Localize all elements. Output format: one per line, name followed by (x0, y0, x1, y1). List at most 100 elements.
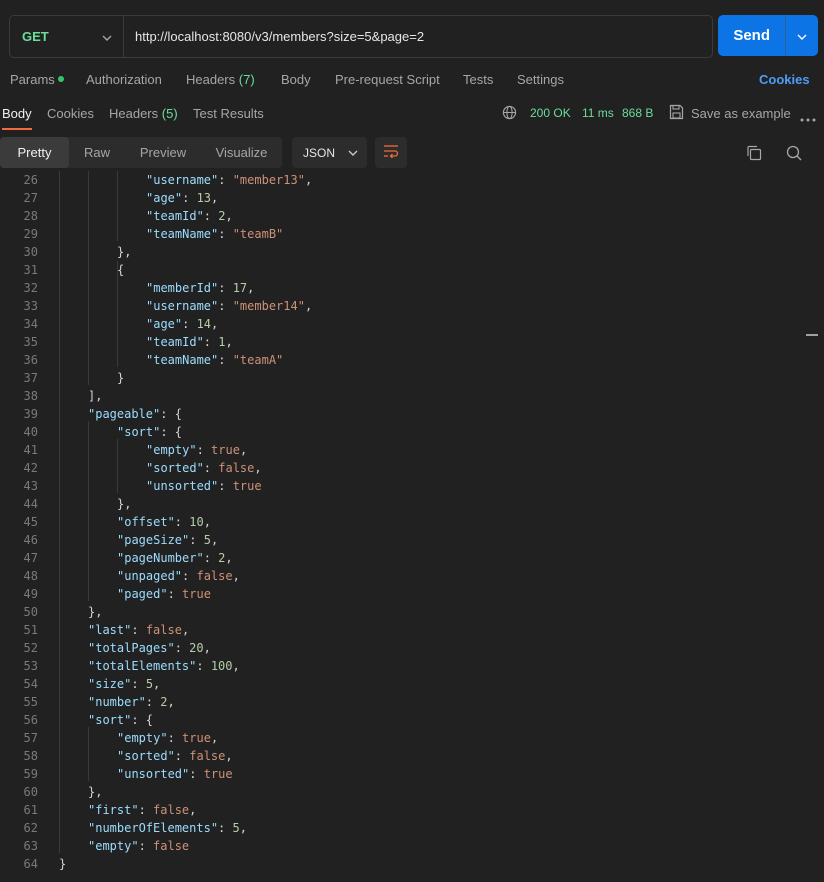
tab-params[interactable]: Params (10, 72, 64, 87)
format-select[interactable]: JSON (292, 137, 367, 168)
response-tab-cookies[interactable]: Cookies (47, 106, 94, 121)
code-text: "teamId": 2, (146, 207, 233, 225)
code-text: }, (88, 603, 102, 621)
code-token-key: "username" (146, 299, 219, 313)
code-token-pun: : (138, 803, 154, 817)
response-size[interactable]: 868 B (622, 106, 653, 120)
code-token-bool: false (153, 803, 190, 817)
view-mode-pretty[interactable]: Pretty (0, 137, 69, 168)
code-text: "paged": true (117, 585, 211, 603)
view-mode-raw[interactable]: Raw (69, 137, 125, 168)
code-token-pun: : (196, 659, 211, 673)
code-line: 50}, (0, 603, 103, 621)
line-number: 37 (23, 371, 38, 385)
tab-headers[interactable]: Headers (7) (186, 72, 255, 87)
code-text: "teamName": "teamB" (146, 225, 283, 243)
code-text: "empty": false (88, 837, 189, 855)
tab-body[interactable]: Body (281, 72, 311, 87)
globe-icon[interactable] (502, 105, 517, 123)
code-token-pun: : (189, 533, 204, 547)
cookies-link[interactable]: Cookies (759, 72, 810, 87)
tab-settings[interactable]: Settings (517, 72, 564, 87)
line-number: 46 (23, 533, 38, 547)
code-line: 56 "sort": { (0, 711, 154, 729)
tab-tests[interactable]: Tests (463, 72, 493, 87)
code-token-pun: : (182, 191, 197, 205)
url-input[interactable]: http://localhost:8080/v3/members?size=5&… (124, 29, 712, 44)
code-token-pun: : (174, 641, 190, 655)
response-tab-test-results[interactable]: Test Results (193, 106, 264, 121)
code-line: 42 "sorted": false, (0, 459, 262, 477)
code-token-pun: : (218, 821, 233, 835)
code-token-pun: : (189, 767, 204, 781)
code-line: 55 "number": 2, (0, 693, 175, 711)
code-token-bool: false (145, 623, 182, 637)
code-token-key: "pageable" (88, 407, 161, 421)
code-token-pun: : (218, 173, 233, 187)
response-tab-body[interactable]: Body (2, 106, 32, 130)
code-token-key: "pageNumber" (117, 551, 204, 565)
code-line: 36 "teamName": "teamA" (0, 351, 284, 369)
code-line: 34 "age": 14, (0, 315, 219, 333)
code-token-num: 13 (196, 191, 212, 205)
method-select[interactable]: GET (10, 16, 124, 57)
view-mode-visualize[interactable]: Visualize (201, 137, 282, 168)
code-text: "empty": true, (117, 729, 218, 747)
code-token-num: 10 (189, 515, 204, 529)
code-line: 37} (0, 369, 125, 387)
code-line: 26 "username": "member13", (0, 171, 313, 189)
code-token-pun: : (131, 623, 146, 637)
code-line: 52 "totalPages": 20, (0, 639, 211, 657)
code-token-key: "paged" (117, 587, 168, 601)
request-tabs: Params Authorization Headers (7) Body Pr… (0, 66, 824, 94)
tab-pre-request-script[interactable]: Pre-request Script (335, 72, 440, 87)
indent-guide (88, 727, 89, 781)
tab-headers-label: Headers (186, 72, 236, 87)
code-token-pun: , (254, 461, 262, 475)
code-token-pun: , (239, 821, 247, 835)
response-body-viewer[interactable]: 26 "username": "member13", 27 "age": 13, 28 "… (0, 171, 824, 882)
send-button-group: Send (718, 15, 818, 56)
code-token-key: "empty" (117, 731, 168, 745)
response-tab-headers[interactable]: Headers (5) (109, 106, 178, 121)
scrollbar-marker[interactable] (806, 334, 818, 336)
chevron-down-icon (102, 29, 112, 44)
code-token-pun: }, (117, 497, 132, 511)
code-text: ], (88, 387, 102, 405)
more-options-icon[interactable] (800, 110, 816, 125)
code-token-key: "unsorted" (117, 767, 190, 781)
wrap-lines-button[interactable] (375, 137, 407, 168)
code-line: 64} (0, 855, 67, 873)
code-token-str: "teamB" (232, 227, 284, 241)
code-token-key: "offset" (117, 515, 175, 529)
line-number: 26 (23, 173, 38, 187)
code-text: "unsorted": true (117, 765, 233, 783)
code-token-pun: , (225, 749, 233, 763)
response-time[interactable]: 11 ms (582, 106, 614, 120)
code-line: 59 "unsorted": true (0, 765, 233, 783)
code-token-num: 17 (232, 281, 248, 295)
tab-authorization[interactable]: Authorization (86, 72, 162, 87)
view-mode-preview[interactable]: Preview (125, 137, 201, 168)
code-token-key: "number" (88, 695, 146, 709)
save-as-example-button[interactable]: Save as example (691, 106, 791, 121)
line-number: 57 (23, 731, 38, 745)
code-line: 47 "pageNumber": 2, (0, 549, 233, 567)
code-token-pun: : (203, 461, 219, 475)
line-number: 30 (23, 245, 38, 259)
code-text: "last": false, (88, 621, 189, 639)
code-token-bool: false (153, 839, 190, 853)
send-options-button[interactable] (785, 15, 818, 56)
code-token-pun: , (211, 191, 219, 205)
code-text: "first": false, (88, 801, 196, 819)
code-line: 40 "sort": { (0, 423, 183, 441)
search-icon[interactable] (786, 145, 802, 164)
code-token-key: "teamId" (146, 335, 204, 349)
code-token-key: "totalElements" (88, 659, 197, 673)
line-number: 33 (23, 299, 38, 313)
send-button[interactable]: Send (718, 15, 785, 56)
code-token-key: "numberOfElements" (88, 821, 219, 835)
copy-icon[interactable] (746, 145, 762, 164)
code-token-pun: }, (88, 785, 103, 799)
status-code[interactable]: 200 OK (530, 106, 571, 120)
